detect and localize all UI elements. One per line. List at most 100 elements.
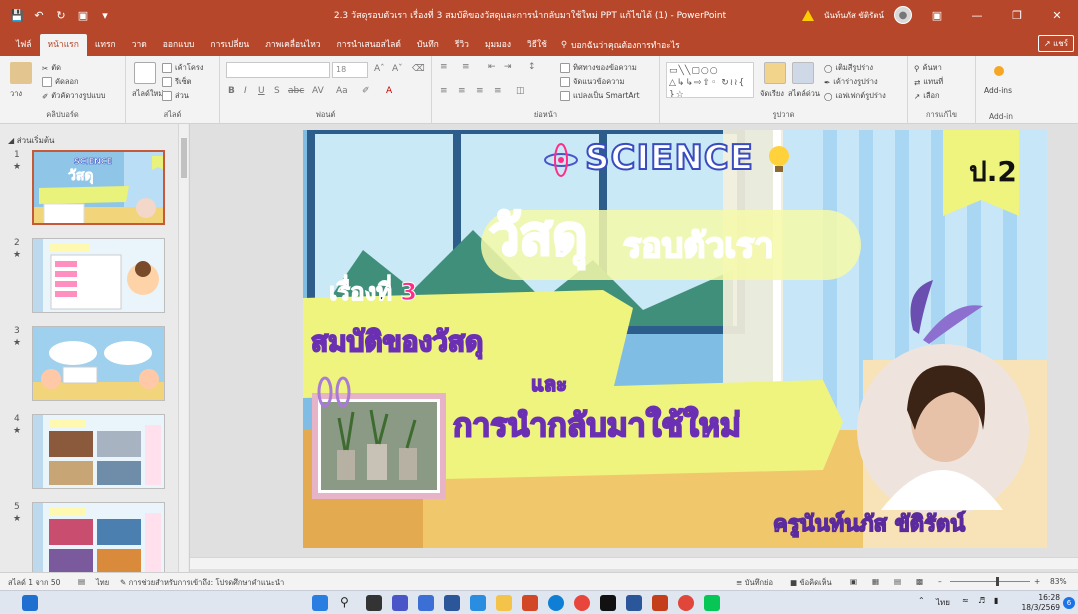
undo-icon[interactable]: ↶ — [32, 8, 46, 22]
zoom-level[interactable]: 83% — [1050, 577, 1067, 586]
align-text-button[interactable]: จัดแนวข้อความ — [560, 76, 624, 88]
new-slide-button[interactable]: สไลด์ใหม่ — [132, 88, 163, 100]
change-case-icon[interactable]: Aa — [336, 86, 348, 96]
normal-view-icon[interactable]: ▣ — [850, 577, 857, 586]
font-color-icon[interactable]: A — [386, 86, 392, 96]
taskview-icon[interactable] — [366, 595, 382, 611]
warning-icon[interactable] — [801, 9, 814, 21]
zoom-in-icon[interactable]: + — [1034, 577, 1040, 586]
thumbnail-item[interactable]: 1 ★ SCIENCE วัสดุ — [0, 150, 180, 226]
thumbnail-scrollbar[interactable] — [178, 124, 188, 572]
quick-styles-button[interactable]: สไตล์ด่วน — [788, 88, 820, 100]
paste-button[interactable]: วาง — [10, 88, 22, 100]
start-icon[interactable] — [312, 595, 328, 611]
tiktok-icon[interactable] — [600, 595, 616, 611]
present-icon[interactable]: ▣ — [76, 8, 90, 22]
store-icon[interactable] — [444, 595, 460, 611]
tab-design[interactable]: ออกแบบ — [155, 34, 203, 56]
slide-horizontal-scrollbar[interactable] — [190, 557, 1078, 569]
customize-qat-icon[interactable]: ▾ — [98, 8, 112, 22]
section-button[interactable]: ส่วน — [162, 90, 189, 102]
increase-indent-icon[interactable]: ⇥ — [504, 62, 512, 72]
decrease-font-icon[interactable]: Aˇ — [392, 64, 403, 74]
edge-icon[interactable] — [548, 595, 564, 611]
slide-thumbnail[interactable] — [32, 238, 165, 313]
arrange-icon[interactable] — [764, 62, 786, 84]
system-clock[interactable]: 16:28 18/3/2569 — [1022, 593, 1060, 613]
language-indicator[interactable]: ไทย — [96, 577, 109, 589]
justify-icon[interactable]: ≡ — [494, 86, 502, 96]
numbering-icon[interactable]: ≡ — [462, 62, 470, 72]
shape-outline-button[interactable]: ✒ เค้าร่างรูปร่าง — [824, 76, 878, 88]
char-spacing-icon[interactable]: AV — [312, 86, 324, 96]
addins-button[interactable]: Add-ins — [984, 86, 1012, 95]
increase-font-icon[interactable]: Aˆ — [374, 64, 385, 74]
tab-help[interactable]: วิธีใช้ — [519, 34, 555, 56]
underline-icon[interactable]: U — [258, 86, 265, 96]
search-icon[interactable]: ⚲ — [340, 595, 356, 611]
word-icon[interactable] — [626, 595, 642, 611]
tab-insert[interactable]: แทรก — [87, 34, 124, 56]
tell-me-search[interactable]: ⚲ บอกฉันว่าคุณต้องการทำอะไร — [561, 34, 680, 56]
tab-file[interactable]: ไฟล์ — [8, 34, 40, 56]
quick-styles-icon[interactable] — [792, 62, 814, 84]
thumbnail-item[interactable]: 2 ★ — [0, 238, 180, 314]
select-button[interactable]: ↗ เลือก — [914, 90, 940, 102]
shape-fill-button[interactable]: ◯ เติมสีรูปร่าง — [824, 62, 873, 74]
addins-icon[interactable] — [994, 66, 1004, 76]
thumbnail-item[interactable]: 3 ★ — [0, 326, 180, 402]
highlight-icon[interactable]: ✐ — [362, 86, 370, 96]
avatar[interactable]: ● — [894, 6, 912, 24]
save-icon[interactable]: 💾 — [10, 8, 24, 22]
replace-button[interactable]: ⇄ แทนที่ — [914, 76, 943, 88]
shape-effects-button[interactable]: ◯ เอฟเฟกต์รูปร่าง — [824, 90, 886, 102]
slide-thumbnail[interactable]: SCIENCE วัสดุ — [32, 150, 165, 225]
shadow-icon[interactable]: S — [274, 86, 280, 96]
align-left-icon[interactable]: ≡ — [440, 86, 448, 96]
tab-animations[interactable]: ภาพเคลื่อนไหว — [257, 34, 328, 56]
line-spacing-icon[interactable]: ↕ — [528, 62, 536, 72]
italic-icon[interactable]: I — [244, 86, 247, 96]
cut-button[interactable]: ✂ ตัด — [42, 62, 61, 74]
format-painter-button[interactable]: ✐ ตัวคัดวางรูปแบบ — [42, 90, 106, 102]
office-icon[interactable] — [522, 595, 538, 611]
thumbnail-item[interactable]: 5 ★ — [0, 502, 180, 572]
shapes-gallery[interactable]: ▭╲╲▢○○ △↳↳⇨⇧◦ ↻≀≀{ }☆ — [666, 62, 754, 98]
section-title[interactable]: ◢ ส่วนเริ่มต้น — [8, 134, 55, 147]
chrome-icon[interactable] — [574, 595, 590, 611]
tab-transitions[interactable]: การเปลี่ยน — [202, 34, 257, 56]
user-name[interactable]: นันท์นภัส ขัติรัตน์ — [824, 9, 884, 22]
slide-sorter-icon[interactable]: ▦ — [872, 577, 879, 586]
photos-icon[interactable] — [418, 595, 434, 611]
zoom-slider-thumb[interactable] — [996, 577, 999, 586]
comments-button[interactable]: ■ ข้อคิดเห็น — [790, 577, 832, 589]
align-center-icon[interactable]: ≡ — [458, 86, 466, 96]
find-button[interactable]: ⚲ ค้นหา — [914, 62, 942, 74]
decrease-indent-icon[interactable]: ⇤ — [488, 62, 496, 72]
input-language[interactable]: ไทย — [936, 596, 950, 609]
file-explorer-icon[interactable] — [496, 595, 512, 611]
restore-icon[interactable]: ❐ — [1002, 0, 1032, 30]
zoom-slider[interactable] — [950, 581, 1030, 582]
accessibility-status[interactable]: ✎ การช่วยสำหรับการเข้าถึง: โปรดศึกษาคำแน… — [120, 577, 284, 589]
layout-button[interactable]: เค้าโครง — [162, 62, 204, 74]
current-slide[interactable]: SCIENCE ป.2 วัสดุ รอบตัวเรา เรื่องที่ 3 … — [303, 130, 1047, 548]
tab-record[interactable]: บันทึก — [409, 34, 447, 56]
paste-icon[interactable] — [10, 62, 32, 84]
powerpoint-icon[interactable] — [652, 595, 668, 611]
zoom-out-icon[interactable]: – — [938, 577, 942, 586]
close-icon[interactable]: ✕ — [1042, 0, 1072, 30]
bullets-icon[interactable]: ≡ — [440, 62, 448, 72]
font-name-box[interactable] — [226, 62, 330, 78]
new-slide-icon[interactable] — [134, 62, 156, 84]
widgets-icon[interactable] — [22, 595, 38, 611]
columns-icon[interactable]: ◫ — [516, 86, 525, 96]
chat-icon[interactable] — [392, 595, 408, 611]
ribbon-display-options-icon[interactable]: ▣ — [922, 0, 952, 30]
slide-thumbnail[interactable] — [32, 414, 165, 489]
copy-button[interactable]: คัดลอก — [42, 76, 79, 88]
text-direction-button[interactable]: ทิศทางของข้อความ — [560, 62, 637, 74]
spellcheck-icon[interactable]: ▤ — [78, 577, 85, 586]
chrome-profile-icon[interactable] — [678, 595, 694, 611]
slide-thumbnail[interactable] — [32, 502, 165, 572]
